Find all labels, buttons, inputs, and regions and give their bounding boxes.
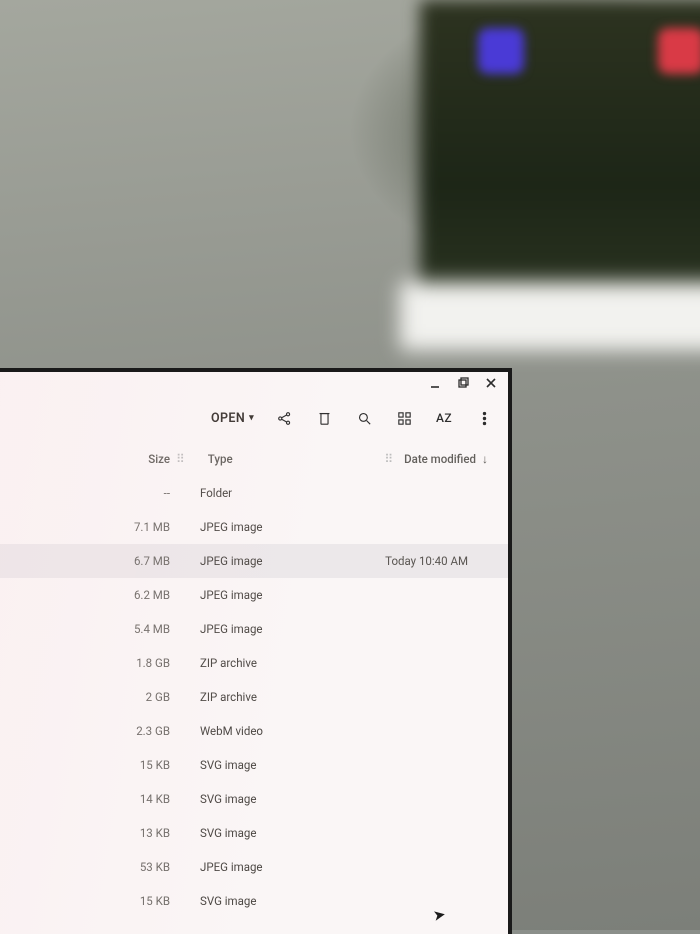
file-type: SVG image	[170, 894, 350, 908]
file-type: SVG image	[170, 758, 350, 772]
file-type: JPEG image	[170, 860, 350, 874]
share-icon[interactable]	[274, 408, 294, 428]
delete-icon[interactable]	[314, 408, 334, 428]
file-type: WebM video	[170, 724, 350, 738]
grid-view-icon[interactable]	[394, 408, 414, 428]
file-type: JPEG image	[170, 588, 350, 602]
file-type: SVG image	[170, 826, 350, 840]
file-size: 7.1 MB	[0, 520, 170, 534]
file-size: 5.4 MB	[0, 622, 170, 636]
sort-descending-icon: ↓	[482, 452, 488, 466]
file-type: JPEG image	[170, 622, 350, 636]
file-date: Today 10:40 AM	[385, 554, 508, 568]
file-size: 13 KB	[0, 826, 170, 840]
file-type: SVG image	[170, 792, 350, 806]
file-size: 6.7 MB	[0, 554, 170, 568]
minimize-button[interactable]	[428, 376, 442, 390]
column-type-header[interactable]: Type	[190, 452, 328, 466]
file-size: 1.8 GB	[0, 656, 170, 670]
laptop-frame: OPEN ▾ AZ Size ⠿	[0, 368, 512, 934]
file-row[interactable]: 53 KBJPEG image	[0, 850, 508, 884]
file-row[interactable]: 1.8 GBZIP archive	[0, 646, 508, 680]
file-row[interactable]: 2 GBZIP archive	[0, 680, 508, 714]
file-type: JPEG image	[170, 520, 350, 534]
file-size: 15 KB	[0, 758, 170, 772]
column-date-label: Date modified	[404, 452, 476, 466]
file-size: 6.2 MB	[0, 588, 170, 602]
file-size: 2 GB	[0, 690, 170, 704]
file-row[interactable]: 6.2 MBJPEG image	[0, 578, 508, 612]
column-date-header[interactable]: ⠿ Date modified ↓	[378, 452, 488, 466]
file-type: Folder	[170, 486, 350, 500]
close-button[interactable]	[484, 376, 498, 390]
window-titlebar	[0, 372, 508, 394]
file-row[interactable]: --Folder	[0, 476, 508, 510]
file-list: --Folder7.1 MBJPEG image6.7 MBJPEG image…	[0, 476, 508, 918]
sort-alpha-button[interactable]: AZ	[434, 408, 454, 428]
caret-down-icon: ▾	[249, 413, 254, 423]
search-icon[interactable]	[354, 408, 374, 428]
restore-button[interactable]	[456, 376, 470, 390]
column-headers: Size ⠿ Type ⠿ Date modified ↓	[0, 442, 508, 476]
file-type: ZIP archive	[170, 656, 350, 670]
open-button-label: OPEN	[211, 411, 245, 426]
file-size: --	[0, 486, 170, 500]
file-size: 53 KB	[0, 860, 170, 874]
file-row[interactable]: 14 KBSVG image	[0, 782, 508, 816]
file-row[interactable]: 7.1 MBJPEG image	[0, 510, 508, 544]
file-row[interactable]: 13 KBSVG image	[0, 816, 508, 850]
background-desktop-icon	[478, 28, 524, 74]
file-type: ZIP archive	[170, 690, 350, 704]
drag-handle-icon[interactable]: ⠿	[176, 452, 184, 466]
file-row[interactable]: 6.7 MBJPEG image Today 10:40 AM	[0, 544, 508, 578]
file-row[interactable]: 15 KBSVG image	[0, 748, 508, 782]
file-size: 2.3 GB	[0, 724, 170, 738]
background-desktop-icon	[658, 28, 700, 74]
open-button[interactable]: OPEN ▾	[211, 411, 254, 426]
drag-handle-icon[interactable]: ⠿	[384, 452, 392, 466]
more-options-icon[interactable]	[474, 408, 494, 428]
sort-alpha-label: AZ	[436, 411, 452, 425]
column-size-header[interactable]: Size	[0, 452, 170, 466]
file-size: 14 KB	[0, 792, 170, 806]
file-row[interactable]: 5.4 MBJPEG image	[0, 612, 508, 646]
file-size: 15 KB	[0, 894, 170, 908]
file-type: JPEG image	[170, 554, 350, 568]
file-manager-window: OPEN ▾ AZ Size ⠿	[0, 372, 508, 934]
toolbar: OPEN ▾ AZ	[0, 394, 508, 442]
file-row[interactable]: 2.3 GBWebM video	[0, 714, 508, 748]
